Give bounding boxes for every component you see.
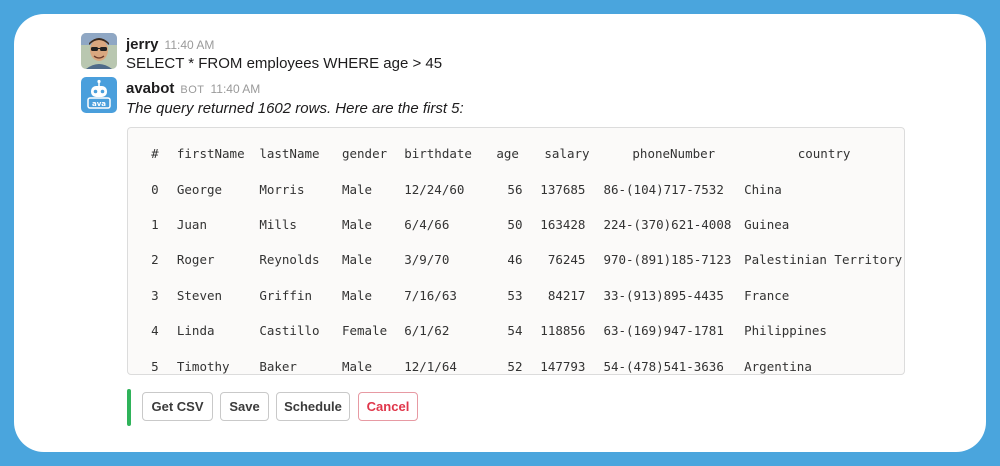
table-cell: 76245 [547, 252, 586, 268]
table-cell: 970-(891)185-7123 [603, 252, 732, 268]
table-cell: 163428 [540, 216, 586, 232]
schedule-button[interactable]: Schedule [276, 392, 350, 421]
col-header: salary [544, 146, 590, 162]
table-cell: Argentina [744, 358, 812, 374]
get-csv-button[interactable]: Get CSV [142, 392, 213, 421]
col-header: lastName [259, 146, 320, 162]
table-cell: Roger [176, 252, 215, 268]
table-cell: 86-(104)717-7532 [603, 181, 724, 197]
table-cell: 50 [507, 216, 523, 232]
table-cell: 6/4/66 [404, 216, 450, 232]
table-cell: Palestinian Territory [744, 252, 903, 268]
table-cell: Griffin [259, 287, 313, 303]
cancel-button[interactable]: Cancel [358, 392, 418, 421]
attachment-accent-bar [127, 389, 131, 426]
table-cell: Juan [176, 216, 207, 232]
save-button[interactable]: Save [220, 392, 269, 421]
table-cell: Guinea [744, 216, 790, 232]
table-cell: 4 [151, 323, 159, 339]
table-cell: Female [341, 323, 388, 339]
table-cell: 46 [507, 252, 523, 268]
table-cell: Male [341, 181, 373, 197]
table-cell: 84217 [547, 287, 586, 303]
table-cell: 12/24/60 [404, 181, 465, 197]
message-timestamp[interactable]: 11:40 AM [210, 82, 260, 96]
table-cell: 52 [507, 358, 523, 374]
col-header: firstName [176, 146, 245, 162]
message-text: The query returned 1602 rows. Here are t… [126, 100, 464, 117]
col-header: birthdate [404, 146, 472, 162]
table-cell: Male [341, 252, 373, 268]
results-table-container[interactable]: # firstName lastName gender birthdate ag… [127, 127, 905, 375]
table-cell: France [744, 287, 790, 303]
table-cell: 12/1/64 [404, 358, 457, 374]
author-name[interactable]: avabot [126, 80, 174, 97]
chat-card: jerry 11:40 AM SELECT * FROM employees WH… [14, 14, 986, 452]
table-cell: Linda [176, 323, 215, 339]
table-cell: 1 [151, 216, 159, 232]
table-cell: 2 [151, 252, 159, 268]
table-row: 5 Timothy Baker Male 12/1/64 52 147793 5… [141, 348, 904, 374]
table-cell: Male [341, 216, 373, 232]
col-header: country [797, 146, 851, 162]
col-header: age [496, 146, 519, 162]
table-cell: 54 [507, 323, 523, 339]
table-cell: 3 [151, 287, 159, 303]
table-cell: Male [341, 358, 373, 374]
table-cell: 54-(478)541-3636 [603, 358, 724, 374]
table-row: 4 Linda Castillo Female 6/1/62 54 118856… [141, 313, 904, 348]
avatar-label: ava [92, 100, 106, 108]
table-cell: 137685 [540, 181, 586, 197]
table-cell: 0 [151, 181, 159, 197]
table-cell: George [176, 181, 223, 197]
table-cell: Steven [176, 287, 223, 303]
table-cell: Timothy [176, 358, 230, 374]
table-cell: 6/1/62 [404, 323, 450, 339]
table-cell: Castillo [259, 323, 320, 339]
table-cell: 7/16/63 [404, 287, 457, 303]
col-header: phoneNumber [632, 146, 716, 162]
table-cell: Reynolds [259, 252, 320, 268]
table-cell: 56 [507, 181, 523, 197]
table-cell: 33-(913)895-4435 [603, 287, 724, 303]
table-cell: Male [341, 287, 373, 303]
table-cell: 224-(370)621-4008 [603, 216, 732, 232]
table-cell: 5 [151, 358, 159, 374]
col-header: gender [341, 146, 388, 162]
table-row: 0 George Morris Male 12/24/60 56 137685 … [141, 171, 904, 206]
author-name[interactable]: jerry [126, 36, 159, 53]
jerry-avatar[interactable] [81, 33, 117, 69]
message-text: SELECT * FROM employees WHERE age > 45 [126, 55, 443, 72]
table-cell: Philippines [744, 323, 827, 339]
table-cell: 63-(169)947-1781 [603, 323, 724, 339]
table-row: 1 Juan Mills Male 6/4/66 50 163428 224-(… [141, 207, 904, 242]
table-cell: Baker [259, 358, 297, 374]
table-header-row: # firstName lastName gender birthdate ag… [141, 136, 904, 171]
robot-icon[interactable]: ava [81, 77, 117, 113]
table-cell: 118856 [540, 323, 586, 339]
table-cell: 53 [507, 287, 523, 303]
col-header: # [151, 146, 159, 162]
table-row: 2 Roger Reynolds Male 3/9/70 46 76245 97… [141, 242, 904, 277]
table-cell: Mills [259, 216, 297, 232]
table-cell: Morris [259, 181, 305, 197]
bot-badge: BOT [180, 84, 205, 96]
table-row: 3 Steven Griffin Male 7/16/63 53 84217 3… [141, 278, 904, 313]
message-author[interactable]: avabot BOT 11:40 AM [126, 80, 260, 97]
message-author[interactable]: jerry 11:40 AM [126, 36, 214, 53]
table-cell: China [744, 181, 782, 197]
table-cell: 3/9/70 [404, 252, 450, 268]
message-timestamp[interactable]: 11:40 AM [165, 38, 215, 52]
results-table: # firstName lastName gender birthdate ag… [141, 136, 904, 374]
table-cell: 147793 [540, 358, 586, 374]
